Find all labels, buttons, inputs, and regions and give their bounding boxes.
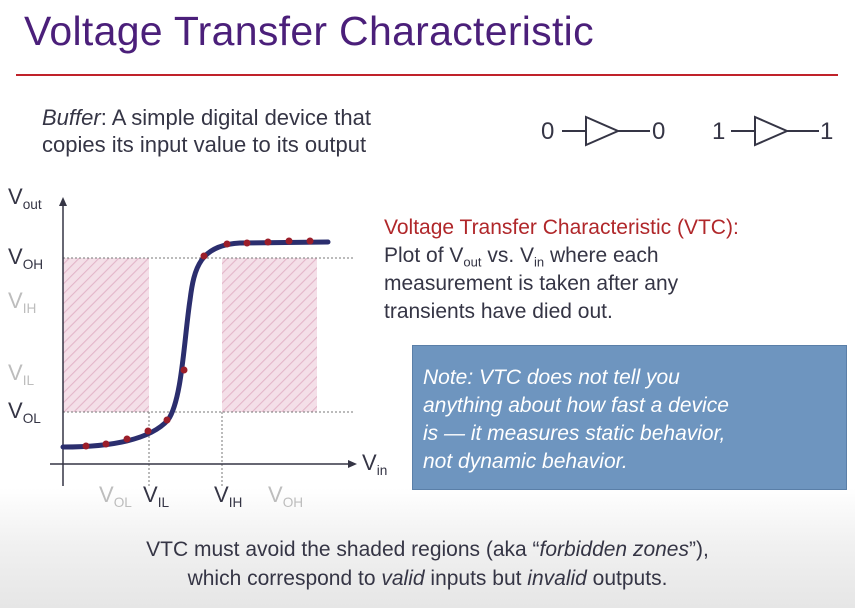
buffer1-output: 1 <box>820 118 834 145</box>
voh-x-label: VOH <box>268 482 304 510</box>
measurement-point <box>144 427 152 435</box>
note-line2: anything about how fast a device <box>423 394 729 417</box>
buffer-symbol-icon <box>731 115 819 147</box>
vih-x-label: VIH <box>214 482 243 510</box>
measurement-point <box>123 435 131 443</box>
buffer0-output: 0 <box>652 118 666 145</box>
vol-x-label: VOL <box>99 482 132 510</box>
vtc-heading: Voltage Transfer Characteristic (VTC): <box>384 216 739 239</box>
vil-y-label: VIL <box>8 360 35 388</box>
vih-y-label: VIH <box>8 288 37 316</box>
measurement-point <box>285 237 293 245</box>
measurement-point <box>82 442 90 450</box>
measurement-point <box>243 239 251 247</box>
measurement-point <box>306 237 314 245</box>
vtc-desc-line3: transients have died out. <box>384 300 613 323</box>
note-line1: Note: VTC does not tell you <box>423 366 680 389</box>
note-line3: is — it measures static behavior, <box>423 422 726 445</box>
vtc-description: Voltage Transfer Characteristic (VTC): P… <box>384 214 739 326</box>
footer-line1: VTC must avoid the shaded regions (aka “… <box>146 538 709 561</box>
buffer0-input: 0 <box>541 118 555 145</box>
note-box: Note: VTC does not tell you anything abo… <box>412 345 847 490</box>
forbidden-zone-high <box>222 258 317 412</box>
note-text: Note: VTC does not tell you anything abo… <box>423 364 729 476</box>
vil-x-label: VIL <box>143 482 170 510</box>
vtc-desc-line2: measurement is taken after any <box>384 272 679 295</box>
buffer1-input: 1 <box>712 118 726 145</box>
vtc-plot <box>50 197 357 486</box>
measurement-point <box>223 240 231 248</box>
forbidden-zone-low <box>63 258 149 412</box>
measurement-point <box>200 252 208 260</box>
vol-y-label: VOL <box>8 398 41 426</box>
measurement-point <box>180 366 188 374</box>
x-axis-arrow-icon <box>348 460 357 468</box>
x-axis-label: Vin <box>362 450 388 478</box>
measurement-point <box>102 440 110 448</box>
y-axis-arrow-icon <box>59 197 67 206</box>
voh-y-label: VOH <box>8 244 44 272</box>
note-line4: not dynamic behavior. <box>423 450 628 473</box>
vtc-desc-line1: Plot of Vout vs. Vin where each <box>384 244 659 270</box>
buffer-symbol-icon <box>562 115 650 147</box>
measurement-point <box>264 238 272 246</box>
y-axis-label: Vout <box>8 184 42 212</box>
measurement-point <box>163 416 171 424</box>
footer-line2: which correspond to valid inputs but inv… <box>187 567 668 590</box>
